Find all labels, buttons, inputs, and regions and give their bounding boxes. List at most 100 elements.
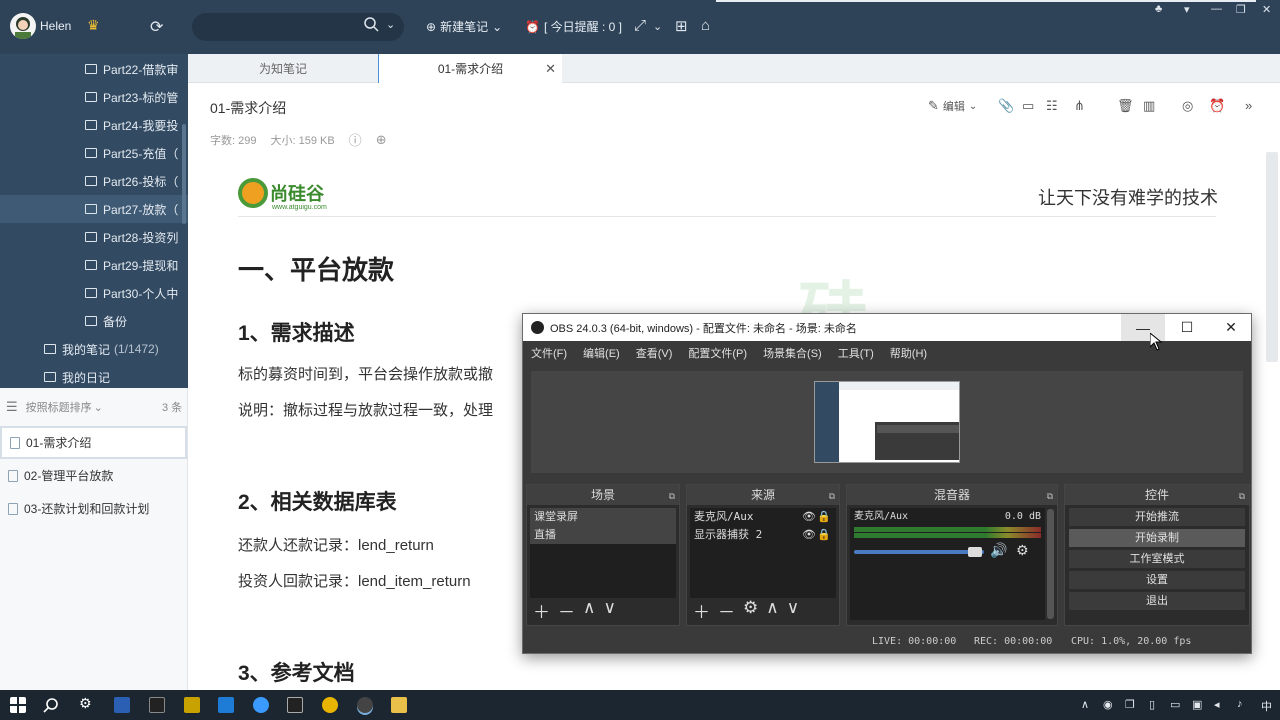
tree-item[interactable]: Part24-我要投 <box>0 111 188 139</box>
sync-icon[interactable]: ⟳ <box>150 17 163 37</box>
tray-network-icon[interactable]: ▭ <box>1170 698 1180 711</box>
undock-icon[interactable]: ⧉ <box>1047 486 1053 506</box>
lock-icon[interactable]: 🔒 <box>817 526 831 544</box>
chevron-down-icon[interactable]: ⌄ <box>653 20 662 33</box>
obs-titlebar[interactable]: OBS 24.0.3 (64-bit, windows) - 配置文件: 未命名… <box>523 314 1251 341</box>
more-chevron-icon[interactable]: » <box>1245 98 1252 113</box>
tab-note[interactable]: 01-需求介绍 ✕ <box>378 54 562 83</box>
reader-icon[interactable]: ▥ <box>1143 98 1155 114</box>
note-title[interactable]: 01-需求介绍 <box>210 98 286 118</box>
tree-item[interactable]: Part23-标的管 <box>0 83 188 111</box>
add-source-button[interactable]: ＋ <box>693 598 710 623</box>
start-recording-button[interactable]: 开始录制 <box>1069 529 1245 547</box>
windows-start-icon[interactable] <box>10 697 26 713</box>
reminder-button[interactable]: ⏰ [ 今日提醒 : 0 ] <box>525 18 622 35</box>
visibility-eye-icon[interactable]: 👁 <box>802 526 816 544</box>
tree-item-selected[interactable]: Part27-放款（ <box>0 195 188 223</box>
tray-chevron-icon[interactable]: ∧ <box>1081 698 1089 711</box>
visibility-eye-icon[interactable]: 👁 <box>802 508 816 526</box>
ide-icon[interactable] <box>287 697 303 713</box>
word-icon[interactable] <box>114 697 130 713</box>
note-list-item[interactable]: 03-还款计划和回款计划 <box>0 492 187 525</box>
tray-speaker-icon[interactable]: ◂ <box>1214 698 1220 711</box>
start-streaming-button[interactable]: 开始推流 <box>1069 508 1245 526</box>
menu-view[interactable]: 查看(V) <box>636 345 673 361</box>
source-item[interactable]: 麦克风/Aux 👁 🔒 <box>690 508 836 526</box>
close-icon[interactable]: ✕ <box>1262 3 1271 16</box>
volume-slider[interactable] <box>854 550 984 554</box>
menu-chevron-icon[interactable]: ▾ <box>1184 3 1190 16</box>
file-explorer-icon[interactable] <box>391 697 407 713</box>
user-avatar[interactable] <box>10 13 36 39</box>
grid-icon[interactable]: ⊞ <box>675 17 688 35</box>
tree-item[interactable]: Part25-充值（ <box>0 139 188 167</box>
tray-volume-icon[interactable]: ♪ <box>1237 698 1243 710</box>
ime-indicator[interactable]: 中 <box>1261 698 1272 714</box>
lock-icon[interactable]: 🔒 <box>817 508 831 526</box>
volume-slider-handle[interactable] <box>968 547 982 557</box>
move-down-button[interactable]: ∨ <box>787 598 799 623</box>
tree-item-my-diary[interactable]: 我的日记 <box>0 363 188 388</box>
close-button[interactable]: ✕ <box>1209 314 1253 341</box>
editor-scrollbar[interactable] <box>1266 152 1278 362</box>
tab-wiz-home[interactable]: 为知笔记 <box>188 54 378 83</box>
minimize-icon[interactable]: — <box>1211 3 1222 15</box>
share-icon[interactable]: ⋔ <box>1074 98 1085 114</box>
vscode-icon[interactable] <box>218 697 234 713</box>
note-list-item-selected[interactable]: 01-需求介绍 <box>0 426 187 459</box>
move-up-button[interactable]: ∧ <box>583 598 595 623</box>
home-icon[interactable]: ⌂ <box>701 17 710 34</box>
exit-button[interactable]: 退出 <box>1069 592 1245 610</box>
tray-display-icon[interactable]: ▣ <box>1192 698 1202 711</box>
vip-crown-icon[interactable]: ♛ <box>87 17 100 34</box>
gear-icon[interactable]: ⚙ <box>1016 542 1029 559</box>
add-tag-icon[interactable]: ⊕ <box>376 132 387 148</box>
tree-item[interactable]: Part29-提现和 <box>0 251 188 279</box>
skin-icon[interactable]: ♣ <box>1155 3 1162 15</box>
search-icon[interactable] <box>363 16 379 32</box>
edit-button[interactable]: ✎ 编辑 ⌄ <box>928 98 977 114</box>
tree-item[interactable]: Part22-借款审 <box>0 55 188 83</box>
expand-icon[interactable]: ⤢ <box>634 17 646 34</box>
search-icon[interactable] <box>43 697 59 713</box>
delete-icon[interactable]: 🗑 <box>1117 98 1134 114</box>
menu-profile[interactable]: 配置文件(P) <box>688 345 747 361</box>
speaker-icon[interactable]: 🔊 <box>990 542 1007 559</box>
add-scene-button[interactable]: ＋ <box>533 598 550 623</box>
app-icon[interactable] <box>184 697 200 713</box>
menu-scene-collection[interactable]: 场景集合(S) <box>763 345 822 361</box>
menu-file[interactable]: 文件(F) <box>531 345 567 361</box>
alarm-icon[interactable]: ⏰ <box>1209 98 1225 114</box>
tree-item[interactable]: 备份 <box>0 307 188 335</box>
chrome-icon[interactable] <box>322 697 338 713</box>
tree-item-my-notes[interactable]: 我的笔记 (1/1472) <box>0 335 188 363</box>
terminal-icon[interactable] <box>149 697 165 713</box>
obs-preview[interactable] <box>531 371 1243 473</box>
tree-item[interactable]: Part28-投资列 <box>0 223 188 251</box>
tree-scrollbar[interactable] <box>182 124 186 224</box>
info-icon[interactable]: ⓘ <box>349 130 362 149</box>
tree-item[interactable]: Part26-投标（ <box>0 167 188 195</box>
note-list-item[interactable]: 02-管理平台放款 <box>0 459 187 492</box>
move-down-button[interactable]: ∨ <box>603 598 615 623</box>
settings-button[interactable]: 设置 <box>1069 571 1245 589</box>
remove-source-button[interactable]: － <box>718 598 735 623</box>
settings-gear-icon[interactable]: ⚙ <box>79 695 95 711</box>
source-settings-gear-icon[interactable]: ⚙ <box>743 598 758 623</box>
remove-scene-button[interactable]: － <box>558 598 575 623</box>
chevron-down-icon[interactable]: ⌄ <box>94 401 103 414</box>
new-note-button[interactable]: ⊕ 新建笔记 ⌄ <box>426 18 502 35</box>
tray-app-icon[interactable]: ◉ <box>1103 698 1113 711</box>
list-icon[interactable]: ☰ <box>6 399 18 415</box>
obs-taskbar-icon[interactable] <box>357 697 373 713</box>
tray-battery-icon[interactable]: ▯ <box>1149 698 1155 711</box>
tray-copy-icon[interactable]: ❐ <box>1125 698 1135 711</box>
sort-dropdown[interactable]: 按照标题排序 <box>26 399 92 415</box>
maximize-button[interactable]: ☐ <box>1165 314 1209 341</box>
username[interactable]: Helen <box>40 19 71 33</box>
close-tab-icon[interactable]: ✕ <box>545 61 556 77</box>
undock-icon[interactable]: ⧉ <box>1239 486 1245 506</box>
studio-mode-button[interactable]: 工作室模式 <box>1069 550 1245 568</box>
tree-item[interactable]: Part30-个人中 <box>0 279 188 307</box>
mixer-scrollbar[interactable] <box>1047 509 1054 619</box>
